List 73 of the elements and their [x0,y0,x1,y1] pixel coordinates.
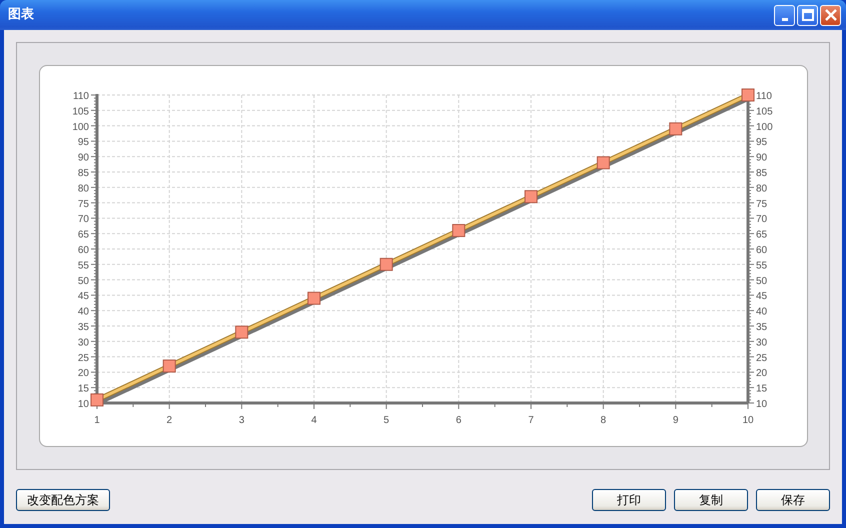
minimize-button[interactable] [774,4,795,26]
y-tick-label: 35 [78,322,89,333]
y-tick-label: 55 [78,260,89,272]
y-tick-label: 20 [78,368,89,380]
y-tick-label: 105 [756,106,773,118]
x-tick-label: 7 [528,415,534,426]
minimize-icon [782,18,788,20]
data-point [380,258,393,271]
x-tick-label: 5 [384,415,390,426]
y-tick-label: 110 [73,91,89,102]
print-button[interactable]: 打印 [592,489,666,511]
y-tick-label: 25 [78,352,89,364]
y-tick-label: 100 [72,122,89,133]
data-point [596,156,610,170]
y-tick-label: 95 [756,137,768,148]
y-tick-label: 85 [756,168,768,179]
y-tick-label: 85 [78,168,89,179]
y-tick-label: 60 [78,245,89,256]
y-tick-label: 10 [78,399,89,410]
y-tick-label: 15 [78,384,89,395]
y-tick-label: 25 [756,352,768,364]
y-tick-label: 60 [756,245,768,256]
data-point [162,360,176,373]
y-tick-label: 75 [756,198,768,210]
y-tick-label: 15 [756,384,768,395]
y-tick-label: 10 [756,399,768,410]
color-scheme-button[interactable]: 改变配色方案 [16,489,110,511]
x-tick-label: 8 [600,415,606,426]
y-tick-label: 50 [756,276,768,287]
x-tick-label: 2 [166,415,172,426]
data-point [524,190,538,204]
y-tick-label: 95 [78,137,89,148]
y-tick-label: 105 [72,106,89,118]
y-tick-label: 55 [756,260,768,272]
y-tick-label: 45 [78,291,89,302]
y-tick-label: 70 [78,214,89,226]
data-point [308,292,320,305]
y-tick-label: 65 [78,230,89,241]
close-icon [824,9,836,21]
y-tick-label: 110 [756,91,772,102]
x-tick-label: 3 [238,415,244,426]
close-button[interactable] [820,4,841,26]
y-tick-label: 65 [756,230,768,241]
x-tick-label: 9 [672,415,678,426]
y-tick-label: 45 [756,291,768,302]
y-tick-label: 100 [756,122,773,133]
y-tick-label: 50 [78,276,89,287]
y-tick-label: 40 [756,306,768,318]
data-point [742,88,754,102]
y-tick-label: 80 [756,183,768,194]
y-tick-label: 30 [756,337,768,348]
y-tick-label: 80 [78,183,89,194]
data-point [90,393,104,406]
x-tick-label: 6 [456,415,462,426]
x-tick-label: 1 [94,415,100,426]
window-title: 图表 [8,6,34,24]
y-tick-label: 75 [78,198,89,210]
copy-button[interactable]: 复制 [674,489,748,511]
y-tick-label: 40 [78,306,89,318]
y-tick-label: 70 [756,214,768,226]
y-tick-label: 30 [78,337,89,348]
x-tick-label: 4 [311,415,317,426]
save-button[interactable]: 保存 [756,489,830,511]
y-tick-label: 35 [756,322,768,333]
data-point [669,122,682,136]
data-point [452,224,466,238]
y-tick-label: 90 [78,152,89,164]
maximize-button[interactable] [797,4,818,26]
maximize-icon [802,9,814,21]
data-point [235,326,248,339]
x-tick-label: 10 [742,415,754,426]
y-tick-label: 20 [756,368,768,380]
y-tick-label: 90 [756,152,768,164]
